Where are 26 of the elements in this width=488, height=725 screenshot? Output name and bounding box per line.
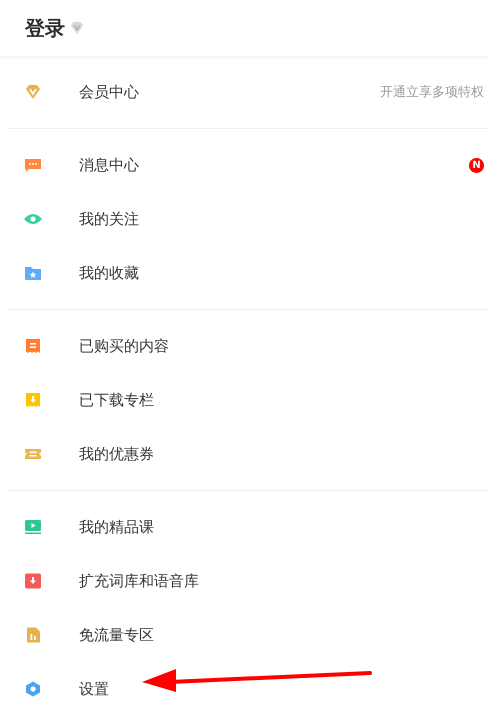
chat-bubble-icon	[24, 157, 42, 173]
new-badge: N	[469, 158, 484, 172]
download-receipt-icon	[24, 392, 42, 408]
download-icon	[24, 573, 42, 589]
receipt-icon	[24, 338, 42, 354]
sim-card-icon	[24, 627, 42, 643]
menu-item[interactable]: 我的优惠券	[8, 427, 488, 481]
diamond-icon	[69, 21, 85, 35]
menu-item[interactable]: 已购买的内容	[8, 319, 488, 373]
menu-item[interactable]: 扩充词库和语音库	[8, 554, 488, 608]
menu-item[interactable]: 我的关注	[8, 192, 488, 246]
menu-item[interactable]: 消息中心 N	[8, 138, 488, 192]
menu-item[interactable]: 会员中心 开通立享多项特权	[8, 65, 488, 119]
menu-item[interactable]: 设置	[8, 662, 488, 716]
settings-icon	[24, 681, 42, 697]
hint-text: 开通立享多项特权	[380, 84, 484, 101]
ticket-icon	[24, 446, 42, 462]
menu-item[interactable]: 免流量专区	[8, 608, 488, 662]
menu-item[interactable]: 我的收藏	[8, 246, 488, 300]
menu-item[interactable]: 我的精品课	[8, 500, 488, 554]
eye-icon	[24, 211, 42, 227]
login-title[interactable]: 登录	[25, 14, 65, 42]
folder-icon	[24, 265, 42, 281]
video-screen-icon	[24, 519, 42, 535]
menu-item[interactable]: 已下载专栏	[8, 373, 488, 427]
diamond-icon	[24, 84, 42, 100]
